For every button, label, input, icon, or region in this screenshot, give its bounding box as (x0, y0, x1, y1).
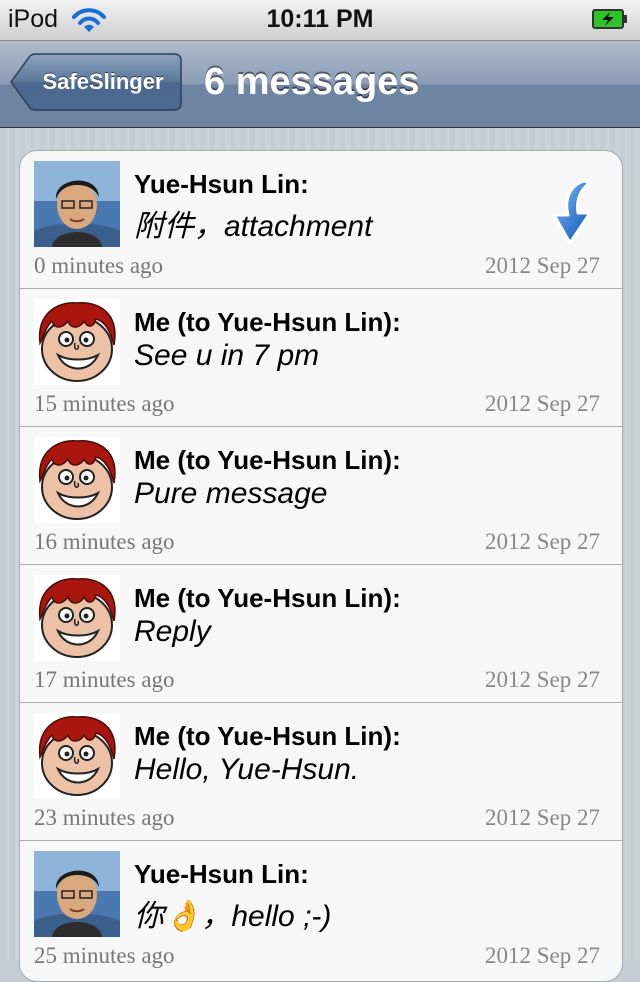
back-button-label: SafeSlinger (42, 69, 164, 94)
status-bar: iPod 10:11 PM (0, 0, 640, 41)
message-relative-time: 25 minutes ago (34, 943, 175, 968)
message-date: 2012 Sep 27 (485, 391, 600, 416)
message-row[interactable]: Me (to Yue-Hsun Lin): See u in 7 pm 15 m… (20, 289, 622, 427)
message-relative-time: 17 minutes ago (34, 667, 175, 692)
message-list: Yue-Hsun Lin: 附件，attachment 0 minutes ag… (19, 150, 623, 982)
message-body: 你👌，hello ;-) (134, 900, 332, 933)
cartoon-avatar (34, 299, 120, 385)
contact-photo-avatar (34, 161, 120, 247)
message-body: Hello, Yue-Hsun. (134, 753, 360, 786)
message-sender: Yue-Hsun Lin: (134, 859, 309, 889)
message-relative-time: 23 minutes ago (34, 805, 175, 830)
battery-charging-icon (592, 9, 627, 29)
page-title: 6 messages (204, 61, 420, 103)
message-sender: Me (to Yue-Hsun Lin): (134, 583, 401, 613)
message-relative-time: 15 minutes ago (34, 391, 175, 416)
cartoon-avatar (34, 437, 120, 523)
message-relative-time: 0 minutes ago (34, 253, 164, 278)
cartoon-avatar (34, 713, 120, 799)
message-body: See u in 7 pm (134, 339, 320, 372)
message-row[interactable]: Yue-Hsun Lin: 你👌，hello ;-) 25 minutes ag… (20, 841, 622, 978)
message-sender: Me (to Yue-Hsun Lin): (134, 445, 401, 475)
contact-photo-avatar (34, 851, 120, 937)
message-row[interactable]: Yue-Hsun Lin: 附件，attachment 0 minutes ag… (20, 151, 622, 289)
back-button[interactable]: SafeSlinger (10, 53, 182, 111)
message-sender: Yue-Hsun Lin: (134, 169, 309, 199)
message-relative-time: 16 minutes ago (34, 529, 175, 554)
navigation-bar: SafeSlinger 6 messages (0, 41, 640, 128)
message-body: Pure message (134, 477, 328, 510)
message-body: Reply (134, 615, 211, 648)
message-date: 2012 Sep 27 (485, 253, 600, 278)
message-row[interactable]: Me (to Yue-Hsun Lin): Reply 17 minutes a… (20, 565, 622, 703)
message-body: 附件，attachment (134, 210, 373, 243)
message-date: 2012 Sep 27 (485, 529, 600, 554)
download-arrow-icon[interactable] (540, 179, 596, 247)
status-time: 10:11 PM (266, 5, 374, 33)
message-date: 2012 Sep 27 (485, 667, 600, 692)
message-date: 2012 Sep 27 (485, 805, 600, 830)
message-row[interactable]: Me (to Yue-Hsun Lin): Hello, Yue-Hsun. 2… (20, 703, 622, 841)
message-list-background: Yue-Hsun Lin: 附件，attachment 0 minutes ag… (0, 128, 640, 982)
message-sender: Me (to Yue-Hsun Lin): (134, 721, 401, 751)
cartoon-avatar (34, 575, 120, 661)
message-sender: Me (to Yue-Hsun Lin): (134, 307, 401, 337)
message-row[interactable]: Me (to Yue-Hsun Lin): Pure message 16 mi… (20, 427, 622, 565)
message-date: 2012 Sep 27 (485, 943, 600, 968)
